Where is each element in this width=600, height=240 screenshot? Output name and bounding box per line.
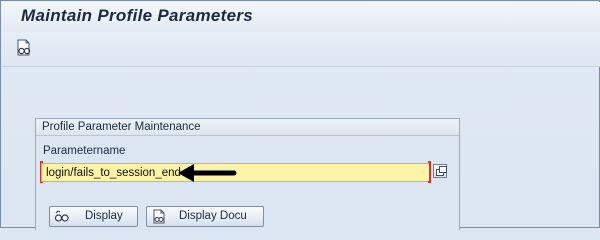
- required-marker-right: [428, 161, 431, 183]
- display-docu-button[interactable]: Display Docu: [146, 206, 264, 227]
- profile-parameter-group: Profile Parameter Maintenance Parametern…: [35, 118, 460, 230]
- document-icon: [153, 209, 165, 224]
- display-glasses-icon: [17, 39, 31, 56]
- black-arrow-pointer: [178, 164, 237, 182]
- display-button-label: Display: [85, 210, 123, 222]
- parametername-label: Parametername: [43, 145, 126, 157]
- title-bar: Maintain Profile Parameters: [2, 2, 600, 32]
- display-button[interactable]: Display: [49, 206, 138, 227]
- display-docu-button-label: Display Docu: [179, 210, 247, 222]
- value-help-button[interactable]: [433, 164, 447, 178]
- sap-window: Maintain Profile Parameters Profile Para…: [0, 0, 600, 230]
- display-glasses-icon: [54, 210, 69, 222]
- page-title: Maintain Profile Parameters: [21, 6, 254, 25]
- application-toolbar: [2, 32, 600, 67]
- group-title: Profile Parameter Maintenance: [36, 119, 459, 136]
- display-toolbar-button[interactable]: [14, 38, 34, 58]
